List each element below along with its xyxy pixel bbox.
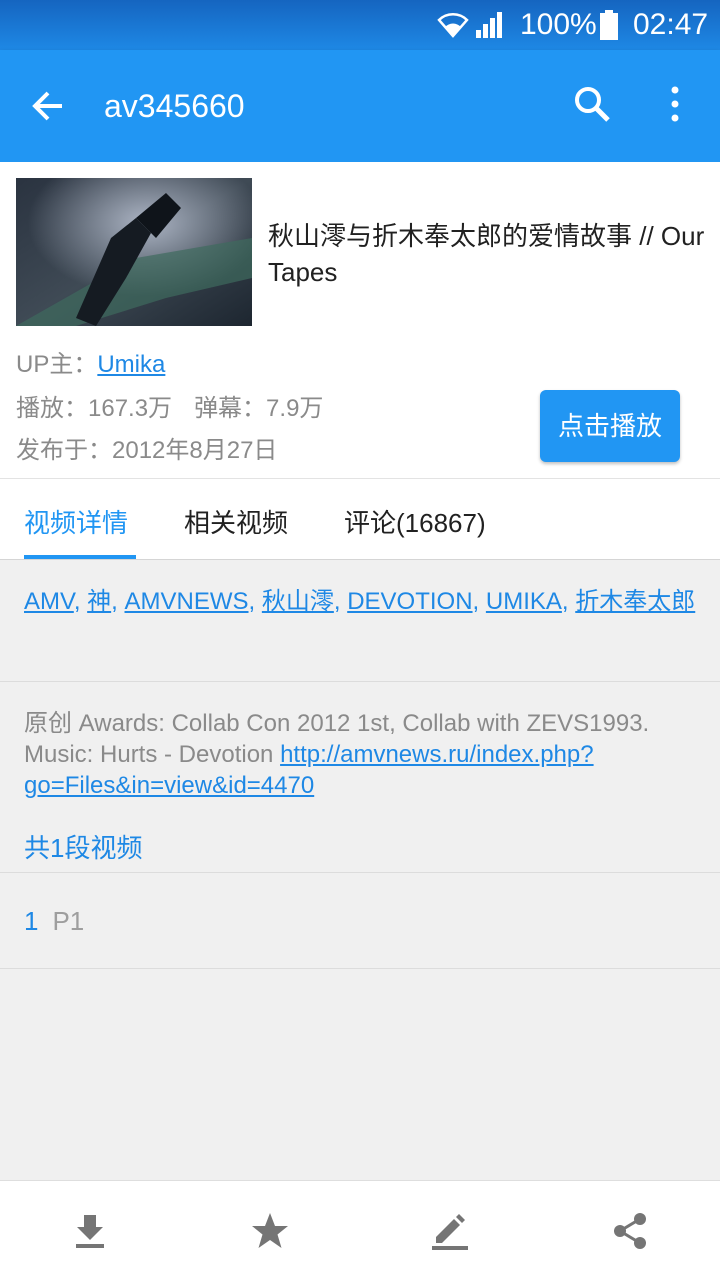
- app-bar: av345660: [0, 50, 720, 162]
- part-number: 1: [24, 906, 39, 936]
- tag-link[interactable]: 神: [87, 588, 111, 615]
- tag-link[interactable]: DEVOTION: [347, 588, 472, 615]
- tag-link[interactable]: 秋山澪: [262, 588, 334, 615]
- play-button[interactable]: 点击播放: [540, 390, 680, 462]
- battery-icon: [600, 10, 618, 40]
- back-arrow-icon[interactable]: [28, 86, 68, 126]
- star-icon[interactable]: [250, 1211, 290, 1251]
- tag-link[interactable]: AMV: [24, 588, 74, 615]
- video-thumbnail[interactable]: [16, 178, 252, 326]
- search-icon[interactable]: [572, 84, 612, 124]
- more-vert-icon[interactable]: [660, 84, 690, 124]
- danmaku-count: 弹幕：7.9万: [194, 395, 324, 422]
- uploader-line: UP主：Umika: [16, 344, 165, 379]
- tab-bar: 视频详情 相关视频 评论(16867): [0, 478, 720, 560]
- parts-count: 共1段视频: [24, 833, 143, 863]
- status-bar: 100% 02:47: [0, 0, 720, 50]
- divider: [0, 872, 720, 873]
- video-title: 秋山澪与折木奉太郎的爱情故事 // Our Tapes: [268, 221, 705, 287]
- video-description: 原创 Awards: Collab Con 2012 1st, Collab w…: [24, 708, 704, 801]
- tag-link[interactable]: AMVNEWS: [125, 588, 249, 615]
- download-icon[interactable]: [70, 1211, 110, 1251]
- wifi-icon: [437, 13, 469, 38]
- clock: 02:47: [633, 8, 709, 41]
- uploader-label: UP主：: [16, 351, 98, 378]
- publish-date: 发布于：2012年8月27日: [16, 437, 278, 464]
- tag-link[interactable]: 折木奉太郎: [575, 588, 695, 615]
- tab-comments[interactable]: 评论(16867): [344, 503, 486, 540]
- edit-icon[interactable]: [430, 1211, 470, 1251]
- bottom-action-bar: [0, 1180, 720, 1280]
- page-title: av345660: [104, 88, 245, 124]
- part-name: P1: [52, 906, 85, 936]
- battery-percent: 100%: [520, 8, 597, 41]
- tag-list: AMV, 神, AMVNEWS, 秋山澪, DEVOTION, UMIKA, 折…: [24, 588, 696, 615]
- tab-indicator: [24, 555, 136, 559]
- part-item[interactable]: 1 P1: [24, 906, 84, 937]
- divider: [0, 681, 720, 682]
- tab-video-details[interactable]: 视频详情: [24, 503, 128, 540]
- video-info-card: 秋山澪与折木奉太郎的爱情故事 // Our Tapes UP主：Umika 播放…: [0, 162, 720, 478]
- tab-related-videos[interactable]: 相关视频: [184, 503, 288, 540]
- play-count: 播放：167.3万: [16, 395, 173, 422]
- share-icon[interactable]: [610, 1211, 650, 1251]
- divider: [0, 968, 720, 969]
- uploader-link[interactable]: Umika: [97, 351, 165, 378]
- tag-link[interactable]: UMIKA: [486, 588, 562, 615]
- stats-line: 播放：167.3万 弹幕：7.9万: [16, 388, 323, 423]
- signal-icon: [476, 12, 502, 38]
